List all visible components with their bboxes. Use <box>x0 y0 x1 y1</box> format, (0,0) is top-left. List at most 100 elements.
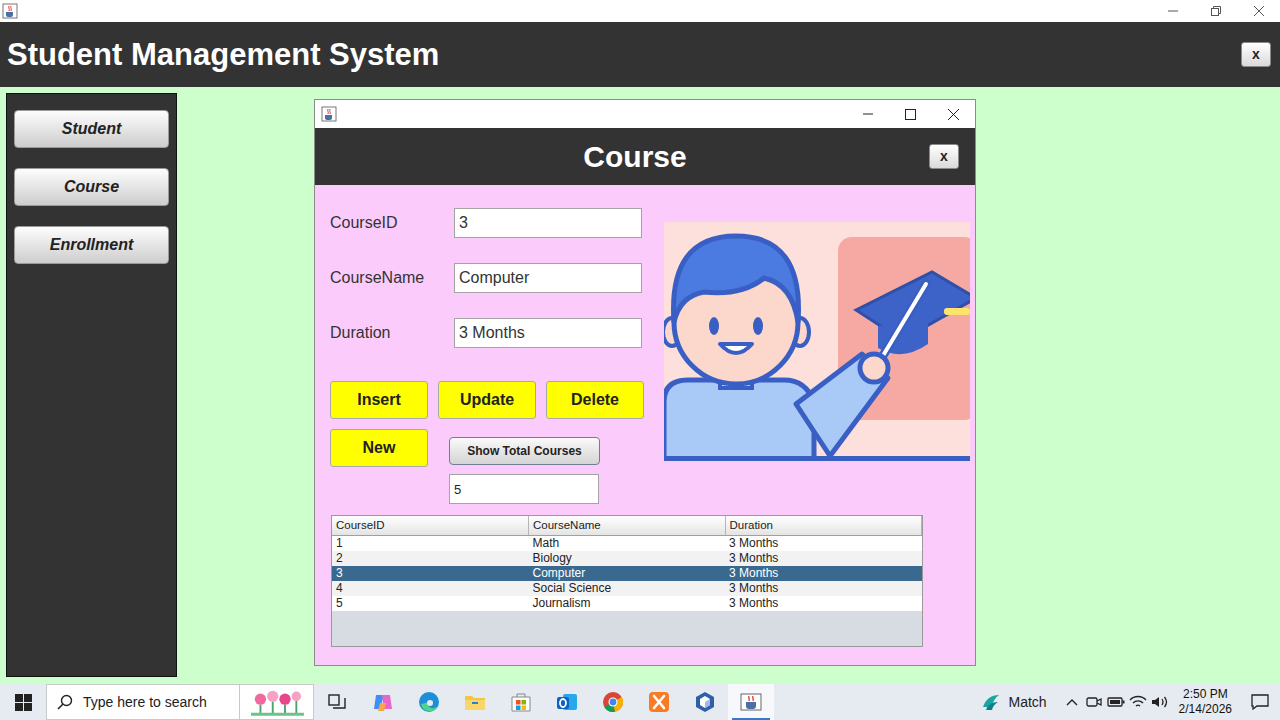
os-title-bar <box>0 0 1280 22</box>
action-row: New Show Total Courses <box>330 429 650 504</box>
table-cell: 5 <box>332 596 529 611</box>
java-app-button[interactable] <box>728 684 774 720</box>
course-table: CourseIDCourseNameDuration 1Math3 Months… <box>331 515 923 647</box>
minimize-icon[interactable] <box>846 100 889 128</box>
close-button[interactable]: x <box>1241 42 1271 67</box>
clock-time: 2:50 PM <box>1179 687 1232 702</box>
show-hidden-icons-button[interactable] <box>1061 684 1083 720</box>
task-view-button[interactable] <box>314 684 360 720</box>
copilot-button[interactable] <box>360 684 406 720</box>
sidebar-item[interactable]: Student <box>14 110 169 148</box>
table-cell: Math <box>529 535 726 551</box>
minimize-icon[interactable] <box>1151 0 1194 22</box>
xampp-button[interactable] <box>636 684 682 720</box>
sidebar-item[interactable]: Course <box>14 168 169 206</box>
cube-app-icon <box>694 691 716 713</box>
form-row: Duration <box>330 318 650 348</box>
close-icon[interactable] <box>1237 0 1280 22</box>
battery-button[interactable] <box>1105 684 1127 720</box>
outlook-button[interactable] <box>544 684 590 720</box>
table-cell: Social Science <box>529 581 726 596</box>
folder-icon <box>464 693 486 711</box>
virtualbox-button[interactable] <box>682 684 728 720</box>
field-input[interactable] <box>454 318 642 348</box>
file-explorer-button[interactable] <box>452 684 498 720</box>
form-row: CourseName <box>330 263 650 293</box>
app-title: Student Management System <box>7 36 439 73</box>
outlook-icon <box>556 691 578 713</box>
action-button[interactable]: New <box>330 429 428 467</box>
course-window-title-bar <box>315 100 975 128</box>
table-row[interactable]: 1Math3 Months <box>332 535 922 551</box>
notifications-button[interactable] <box>1240 684 1280 720</box>
new-slot: New <box>330 429 428 504</box>
table-cell: 3 Months <box>725 551 922 566</box>
action-button[interactable]: Insert <box>330 381 428 419</box>
course-header: Course x <box>315 128 975 185</box>
maximize-icon[interactable] <box>889 100 932 128</box>
field-input[interactable] <box>454 263 642 293</box>
search-highlight-icon <box>240 684 314 720</box>
table-cell: 3 Months <box>725 566 922 581</box>
speaker-icon <box>1151 695 1169 709</box>
java-app-icon <box>2 3 18 19</box>
table-cell: 3 <box>332 566 529 581</box>
course-title: Course <box>583 139 706 175</box>
clock[interactable]: 2:50 PM 2/14/2026 <box>1171 687 1240 717</box>
search-icon <box>57 694 73 710</box>
weather-widget[interactable]: Match <box>974 691 1060 713</box>
start-button[interactable] <box>0 684 46 720</box>
form-area: CourseID CourseName Duration Insert Update D… <box>330 208 975 504</box>
sidebar-item[interactable]: Enrollment <box>14 226 169 264</box>
volume-button[interactable] <box>1149 684 1171 720</box>
table-body: 1Math3 Months2Biology3 Months3Computer3 … <box>332 535 922 611</box>
column-header[interactable]: CourseName <box>529 516 726 535</box>
total-area: Show Total Courses <box>449 437 600 504</box>
edge-icon <box>418 691 440 713</box>
table-row[interactable]: 2Biology3 Months <box>332 551 922 566</box>
windows-logo-icon[interactable] <box>15 694 32 711</box>
java-app-icon <box>321 106 337 122</box>
restore-icon[interactable] <box>1194 0 1237 22</box>
weather-text: Match <box>1008 692 1046 713</box>
store-icon <box>510 691 532 713</box>
search-box[interactable]: Type here to search <box>46 684 240 720</box>
table-cell: Biology <box>529 551 726 566</box>
action-button[interactable]: Update <box>438 381 536 419</box>
table-row[interactable]: 4Social Science3 Months <box>332 581 922 596</box>
form-column: CourseID CourseName Duration Insert Update D… <box>330 208 650 504</box>
network-button[interactable] <box>1127 684 1149 720</box>
action-button[interactable]: Delete <box>546 381 644 419</box>
chevron-up-icon <box>1066 698 1078 706</box>
edge-button[interactable] <box>406 684 452 720</box>
taskbar: Type here to search Match 2: <box>0 684 1280 720</box>
search-placeholder: Type here to search <box>83 692 207 713</box>
close-icon[interactable] <box>932 100 975 128</box>
app-main: StudentCourseEnrollment Course x CourseI… <box>0 87 1280 684</box>
field-label: Duration <box>330 321 454 345</box>
field-input[interactable] <box>454 208 642 238</box>
action-row: Insert Update Delete <box>330 381 650 419</box>
table-cell: 2 <box>332 551 529 566</box>
sidebar: Student Course Enrollment <box>6 93 177 677</box>
column-header[interactable]: CourseID <box>332 516 529 535</box>
course-window: Course x CourseIDCourseNameDuration Inse… <box>314 99 976 666</box>
table-cell: 3 Months <box>725 581 922 596</box>
close-button[interactable]: x <box>929 144 959 169</box>
table-row[interactable]: 5Journalism3 Months <box>332 596 922 611</box>
battery-icon <box>1107 696 1125 708</box>
field-label: CourseName <box>330 266 454 290</box>
table-row[interactable]: 3Computer3 Months <box>332 566 922 581</box>
table-cell: 3 Months <box>725 535 922 551</box>
chrome-button[interactable] <box>590 684 636 720</box>
meet-now-button[interactable] <box>1083 684 1105 720</box>
column-header[interactable]: Duration <box>725 516 922 535</box>
show-total-button[interactable]: Show Total Courses <box>449 437 600 465</box>
total-field[interactable] <box>449 474 599 504</box>
store-button[interactable] <box>498 684 544 720</box>
system-tray: Match 2:50 PM 2/14/2026 <box>974 684 1280 720</box>
weather-icon <box>980 691 1002 713</box>
course-grid: CourseIDCourseNameDuration 1Math3 Months… <box>332 516 922 611</box>
form-row: CourseID <box>330 208 650 238</box>
notification-icon <box>1251 694 1269 710</box>
